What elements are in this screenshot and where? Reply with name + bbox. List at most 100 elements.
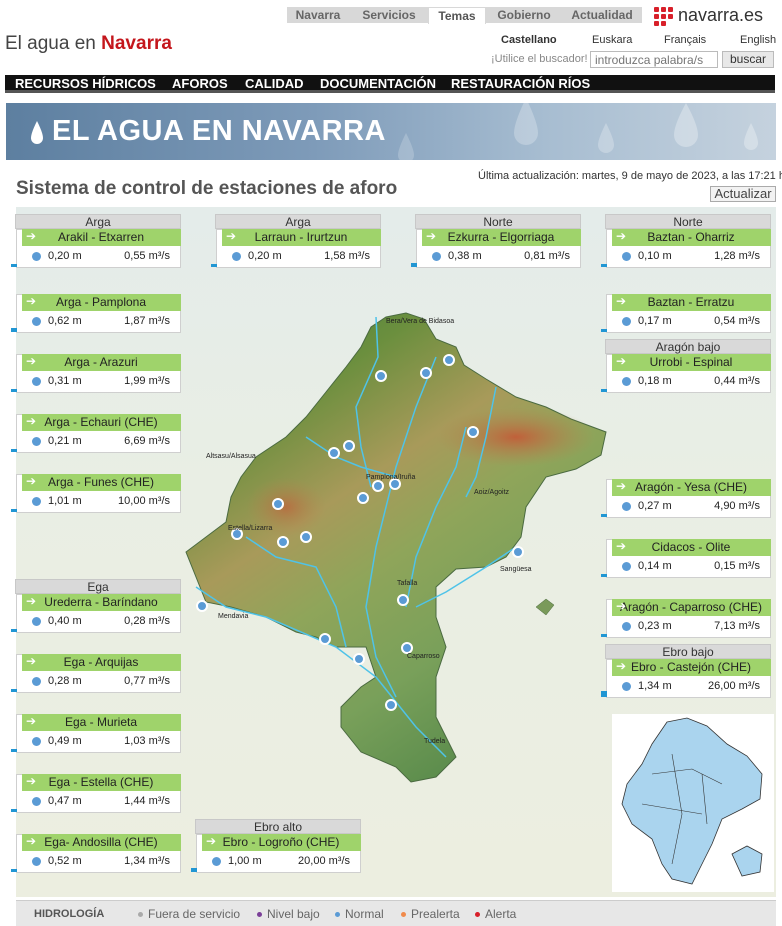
status-dot-icon [622,682,631,691]
level-gauge-fill [11,629,17,632]
level-gauge-fill [211,264,217,267]
nav-recursos-hidricos[interactable]: RECURSOS HÍDRICOS [15,75,156,93]
station-name[interactable]: ➔ Baztan - Erratzu [611,294,771,311]
station-group: Norte [415,214,581,229]
station-name[interactable]: ➔ Ezkurra - Elgorriaga [421,229,581,246]
station-card[interactable]: ➔ Aragón - Yesa (CHE) 0,27 m 4,90 m³/s [601,479,771,518]
station-card[interactable]: ➔ Ega - Estella (CHE) 0,47 m 1,44 m³/s [11,774,181,813]
legend-dot-icon [257,912,262,918]
station-card[interactable]: Ebro bajo ➔ Ebro - Castejón (CHE) 1,34 m 26,… [601,644,771,698]
legend-dot-icon [335,912,340,918]
station-card[interactable]: ➔ Ega- Andosilla (CHE) 0,52 m 1,34 m³/s [11,834,181,873]
station-values: 1,00 m 20,00 m³/s [191,834,361,873]
map-label-altsasu: Altsasu/Alsasua [206,453,256,460]
arrow-right-icon: ➔ [616,354,627,368]
station-card[interactable]: ➔ Arga - Funes (CHE) 1,01 m 10,00 m³/s [11,474,181,513]
station-card[interactable]: ➔ Baztan - Erratzu 0,17 m 0,54 m³/s [601,294,771,333]
station-level: 0,31 m [48,375,82,387]
station-name[interactable]: ➔ Aragón - Caparroso (CHE) [611,599,771,616]
station-name[interactable]: ➔ Cidacos - Olite [611,539,771,556]
station-name[interactable]: ➔ Larraun - Irurtzun [221,229,381,246]
level-gauge [601,294,612,333]
lang-francais[interactable]: Français [664,34,706,46]
station-name[interactable]: ➔ Ebro - Castejón (CHE) [611,659,771,676]
status-dot-icon [212,857,221,866]
status-dot-icon [32,617,41,626]
arrow-right-icon: ➔ [26,294,37,308]
legend-label: Nivel bajo [267,907,320,921]
station-name[interactable]: ➔ Arga - Echauri (CHE) [21,414,181,431]
station-name[interactable]: ➔ Ebro - Logroño (CHE) [201,834,361,851]
nav-documentacion[interactable]: DOCUMENTACIÓN [320,75,436,93]
station-name[interactable]: ➔ Urederra - Baríndano [21,594,181,611]
station-card[interactable]: Aragón bajo ➔ Urrobi - Espinal 0,18 m 0,44 m… [601,339,771,393]
station-card[interactable]: Norte ➔ Baztan - Oharriz 0,10 m 1,28 m³/s [601,214,771,268]
station-name[interactable]: ➔ Aragón - Yesa (CHE) [611,479,771,496]
legend-title: HIDROLOGÍA [34,908,105,920]
station-values: 0,47 m 1,44 m³/s [11,774,181,813]
nav-aforos[interactable]: AFOROS [172,75,228,93]
station-name[interactable]: ➔ Ega- Andosilla (CHE) [21,834,181,851]
station-name[interactable]: ➔ Ega - Estella (CHE) [21,774,181,791]
nav-restauracion-rios[interactable]: RESTAURACIÓN RÍOS [451,75,590,93]
station-values: 0,17 m 0,54 m³/s [601,294,771,333]
lang-euskara[interactable]: Euskara [592,34,632,46]
status-dot-icon [622,252,631,261]
tab-gobierno[interactable]: Gobierno [490,7,558,23]
page: Navarra Servicios Temas Gobierno Actuali… [0,0,782,926]
arrow-right-icon: ➔ [26,834,37,848]
station-name[interactable]: ➔ Arga - Pamplona [21,294,181,311]
station-card[interactable]: ➔ Ega - Arquijas 0,28 m 0,77 m³/s [11,654,181,693]
station-name[interactable]: ➔ Arga - Funes (CHE) [21,474,181,491]
tab-navarra[interactable]: Navarra [287,7,349,23]
search-button[interactable]: buscar [722,51,774,68]
station-card[interactable]: Ebro alto ➔ Ebro - Logroño (CHE) 1,00 m 20,0… [191,819,361,873]
station-name[interactable]: ➔ Arga - Arazuri [21,354,181,371]
station-card[interactable]: ➔ Ega - Murieta 0,49 m 1,03 m³/s [11,714,181,753]
station-group: Aragón bajo [605,339,771,354]
tab-servicios[interactable]: Servicios [353,7,425,23]
tab-actualidad[interactable]: Actualidad [562,7,642,23]
level-gauge [11,474,22,513]
tab-temas[interactable]: Temas [428,7,486,24]
station-card[interactable]: ➔ Arga - Arazuri 0,31 m 1,99 m³/s [11,354,181,393]
level-gauge [11,714,22,753]
station-card[interactable]: ➔ Arga - Echauri (CHE) 0,21 m 6,69 m³/s [11,414,181,453]
station-flow: 0,55 m³/s [124,250,170,262]
station-level: 1,01 m [48,495,82,507]
station-name[interactable]: ➔ Baztan - Oharriz [611,229,771,246]
level-gauge [601,539,612,578]
station-card[interactable]: ➔ Arga - Pamplona 0,62 m 1,87 m³/s [11,294,181,333]
station-name-label: Arga - Pamplona [55,295,147,309]
station-level: 0,23 m [638,620,672,632]
arrow-right-icon: ➔ [616,599,627,613]
lang-english[interactable]: English [740,34,776,46]
map-label-sanguesa: Sangüesa [500,566,532,573]
station-group: Norte [605,214,771,229]
station-flow: 20,00 m³/s [298,855,350,867]
station-card[interactable]: Arga ➔ Larraun - Irurtzun 0,20 m 1,58 m³/s [211,214,381,268]
station-name[interactable]: ➔ Arakil - Etxarren [21,229,181,246]
station-name[interactable]: ➔ Urrobi - Espinal [611,354,771,371]
station-name[interactable]: ➔ Ega - Murieta [21,714,181,731]
level-gauge [601,659,612,698]
station-flow: 0,81 m³/s [524,250,570,262]
search-input[interactable] [590,51,718,68]
station-name[interactable]: ➔ Ega - Arquijas [21,654,181,671]
level-gauge-fill [11,449,17,452]
level-gauge-fill [11,509,17,512]
station-card[interactable]: Arga ➔ Arakil - Etxarren 0,20 m 0,55 m³/s [11,214,181,268]
status-dot-icon [32,377,41,386]
station-card[interactable]: ➔ Aragón - Caparroso (CHE) 0,23 m 7,13 m³/s [601,599,771,638]
lang-castellano[interactable]: Castellano [501,34,557,46]
station-card[interactable]: ➔ Cidacos - Olite 0,14 m 0,15 m³/s [601,539,771,578]
overview-minimap[interactable] [612,714,774,892]
station-values: 0,62 m 1,87 m³/s [11,294,181,333]
station-values: 0,10 m 1,28 m³/s [601,229,771,268]
station-card[interactable]: Ega ➔ Urederra - Baríndano 0,40 m 0,28 m³/s [11,579,181,633]
status-dot-icon [622,622,631,631]
refresh-button[interactable]: Actualizar [710,186,776,202]
station-card[interactable]: Norte ➔ Ezkurra - Elgorriaga 0,38 m 0,81 m³/… [411,214,581,268]
nav-calidad[interactable]: CALIDAD [245,75,304,93]
level-gauge-fill [11,869,17,872]
